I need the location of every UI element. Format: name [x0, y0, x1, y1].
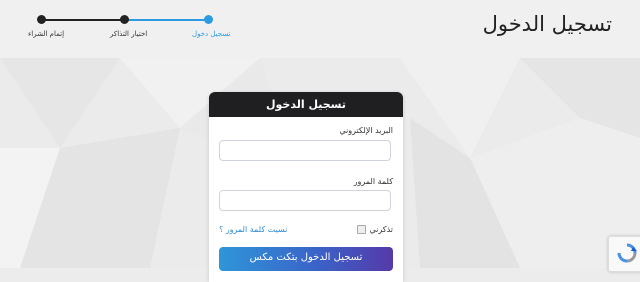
stepper-line-active: [125, 19, 209, 21]
sso-login-button[interactable]: تسجيل الدخول بتكت مكس: [219, 247, 393, 271]
forgot-password-link[interactable]: نسيت كلمة المرور ؟: [219, 225, 287, 234]
login-card-title: تسجيل الدخول: [209, 92, 403, 117]
step-dot-purchase: [37, 15, 46, 24]
step-label-login: تسجيل دخول: [192, 30, 231, 38]
recaptcha-badge[interactable]: [608, 236, 640, 272]
step-label-purchase: إتمام الشراء: [28, 30, 65, 38]
checkout-stepper: إتمام الشراء اختيار التذاكر تسجيل دخول: [20, 10, 235, 50]
recaptcha-icon: [617, 243, 637, 263]
email-label: البريد الإلكتروني: [339, 126, 393, 135]
remember-me-checkbox[interactable]: [357, 225, 367, 234]
step-label-tickets: اختيار التذاكر: [110, 30, 148, 38]
remember-me[interactable]: تذكرني: [357, 225, 393, 234]
page-title: تسجيل الدخول: [482, 12, 612, 36]
step-dot-tickets: [120, 15, 129, 24]
remember-me-label: تذكرني: [369, 225, 393, 234]
login-card: تسجيل الدخول البريد الإلكتروني كلمة المر…: [209, 92, 403, 282]
stepper-line-done: [41, 19, 125, 21]
password-label: كلمة المرور: [353, 177, 393, 186]
password-field[interactable]: [219, 190, 391, 211]
page-header: تسجيل الدخول إتمام الشراء اختيار التذاكر…: [0, 0, 640, 58]
email-field[interactable]: [219, 140, 391, 161]
step-dot-login: [204, 15, 213, 24]
